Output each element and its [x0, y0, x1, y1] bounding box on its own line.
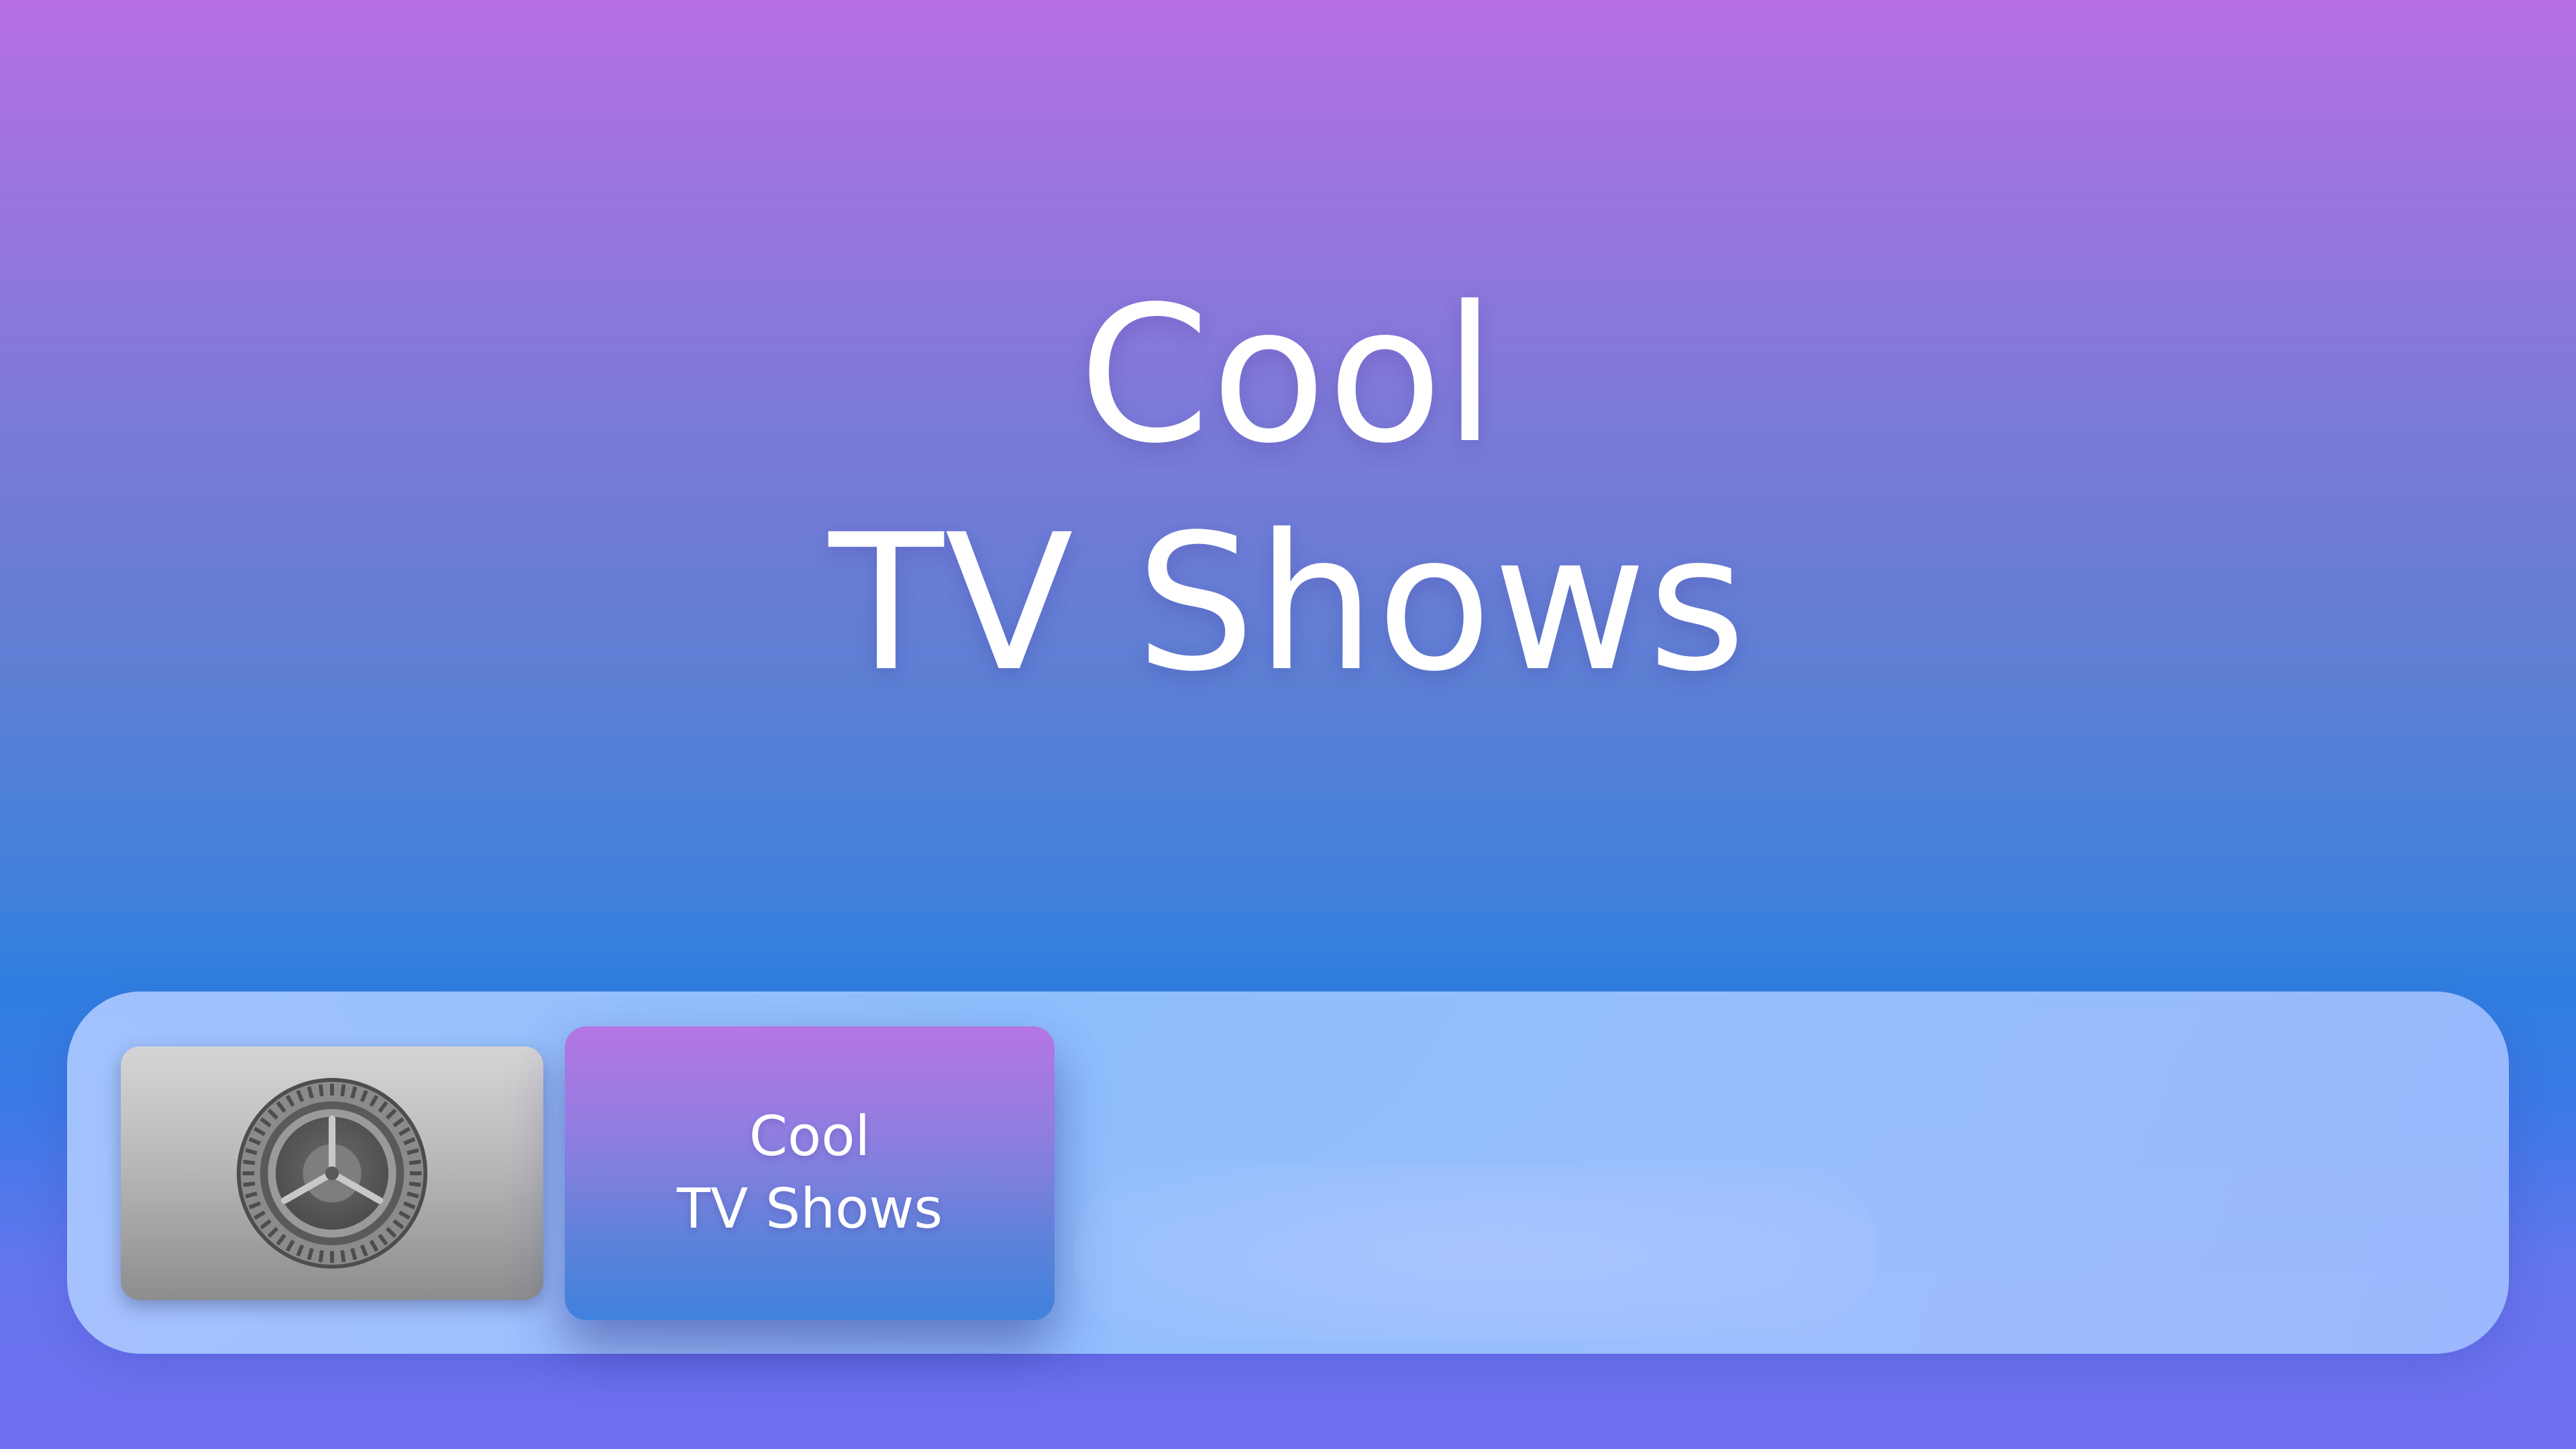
hero-title-line2: TV Shows [828, 494, 1748, 713]
cool-tv-shows-app-tile[interactable]: Cool TV Shows [565, 1026, 1055, 1320]
hero-title: Cool TV Shows [0, 262, 2576, 718]
settings-app-tile[interactable] [121, 1046, 543, 1300]
hero-title-line1: Cool [1079, 266, 1497, 485]
settings-gear-icon [236, 1077, 428, 1269]
app-tile-label-line1: Cool [749, 1105, 871, 1169]
app-tile-label-line2: TV Shows [676, 1177, 943, 1241]
